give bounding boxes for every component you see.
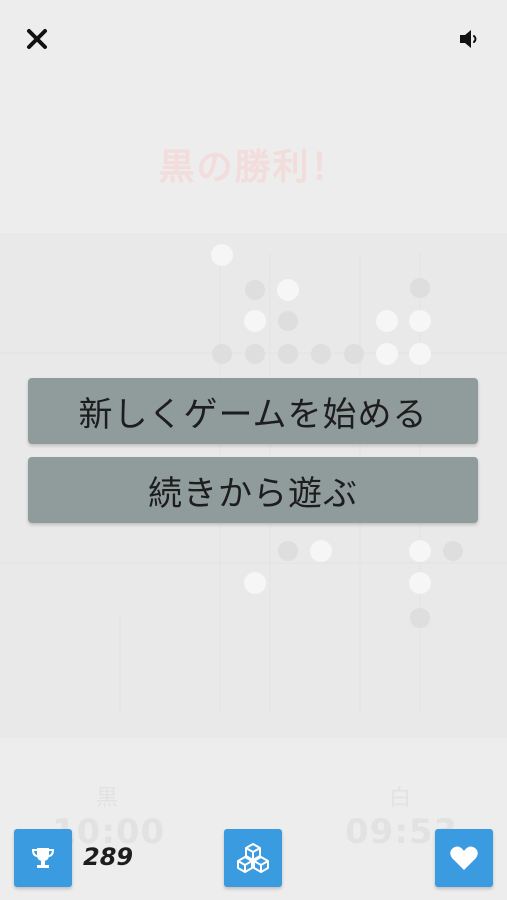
stone-black bbox=[443, 541, 463, 561]
stone-white bbox=[211, 244, 233, 266]
sound-button[interactable] bbox=[453, 22, 487, 56]
close-x-icon bbox=[27, 29, 47, 49]
new-game-button[interactable]: 新しくゲームを始める bbox=[28, 378, 478, 444]
stone-black bbox=[278, 541, 298, 561]
stone-black bbox=[410, 608, 430, 628]
continue-button[interactable]: 続きから遊ぶ bbox=[28, 457, 478, 523]
stone-black bbox=[278, 344, 298, 364]
stone-black bbox=[311, 344, 331, 364]
trophy-icon bbox=[31, 848, 55, 868]
player-black-name: 黒 bbox=[95, 786, 118, 811]
speaker-icon bbox=[460, 30, 477, 48]
stone-white bbox=[244, 310, 266, 332]
stone-black bbox=[245, 280, 265, 300]
score-value: 289 bbox=[83, 843, 134, 871]
stone-black bbox=[245, 344, 265, 364]
stone-white bbox=[376, 310, 398, 332]
stone-white bbox=[277, 279, 299, 301]
stone-white bbox=[310, 540, 332, 562]
stone-black bbox=[410, 278, 430, 298]
stone-black bbox=[344, 344, 364, 364]
player-white-name: 白 bbox=[388, 786, 411, 811]
stone-black bbox=[212, 344, 232, 364]
result-title: 黒の勝利！ bbox=[158, 147, 349, 188]
stone-white bbox=[409, 572, 431, 594]
heart-button[interactable] bbox=[435, 829, 493, 887]
trophy-button[interactable] bbox=[14, 829, 72, 887]
stone-black bbox=[278, 311, 298, 331]
blocks-icon bbox=[237, 843, 269, 873]
close-button[interactable] bbox=[20, 22, 54, 56]
stone-white bbox=[409, 540, 431, 562]
blocks-button[interactable] bbox=[224, 829, 282, 887]
stone-white bbox=[409, 343, 431, 365]
heart-icon bbox=[450, 846, 478, 870]
stone-white bbox=[409, 310, 431, 332]
stone-white bbox=[244, 572, 266, 594]
stone-white bbox=[376, 343, 398, 365]
